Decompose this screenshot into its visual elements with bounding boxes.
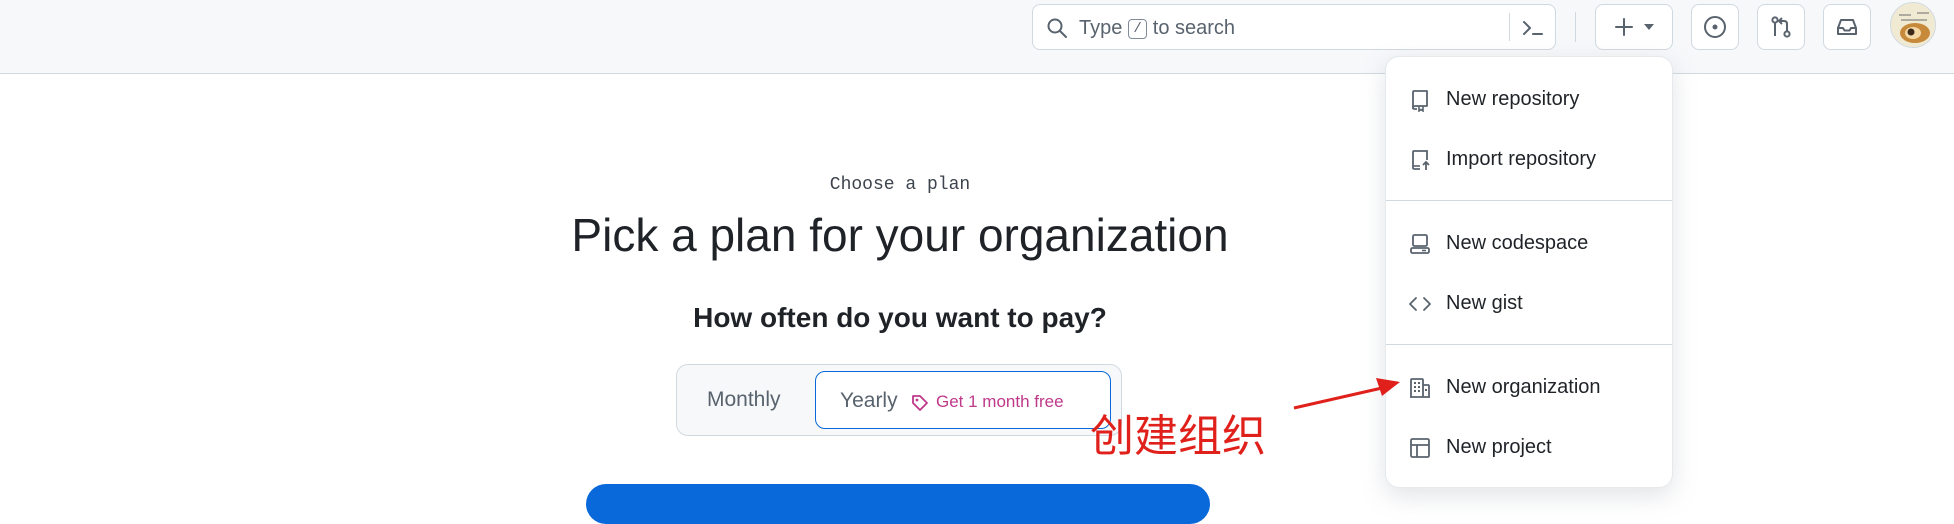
menu-item-new-organization[interactable]: New organization xyxy=(1386,360,1672,416)
billing-option-yearly[interactable]: Yearly Get 1 month free xyxy=(815,371,1111,429)
create-new-button[interactable] xyxy=(1595,4,1673,50)
inbox-button[interactable] xyxy=(1823,4,1871,50)
user-avatar[interactable] xyxy=(1890,2,1936,48)
menu-item-label: Import repository xyxy=(1446,148,1597,170)
avatar-image xyxy=(1891,3,1935,47)
primary-cta-button[interactable] xyxy=(586,484,1210,524)
menu-item-new-project[interactable]: New project xyxy=(1386,420,1672,476)
search-shortcut-key: / xyxy=(1128,18,1147,39)
annotation-label: 创建组织 xyxy=(1090,411,1266,462)
search-input[interactable]: Type / to search xyxy=(1032,4,1556,50)
codespaces-icon xyxy=(1410,234,1430,254)
issue-opened-icon xyxy=(1704,16,1726,38)
menu-divider xyxy=(1386,344,1672,345)
issues-button[interactable] xyxy=(1691,4,1739,50)
menu-item-new-codespace[interactable]: New codespace xyxy=(1386,216,1672,272)
menu-item-label: New codespace xyxy=(1446,232,1589,254)
git-pull-request-icon xyxy=(1771,16,1791,38)
billing-option-monthly[interactable]: Monthly xyxy=(707,388,781,412)
annotation-arrow xyxy=(1293,378,1400,410)
menu-divider xyxy=(1386,200,1672,201)
search-divider xyxy=(1509,13,1510,41)
triangle-down-icon xyxy=(1644,24,1654,30)
terminal-icon[interactable] xyxy=(1519,16,1547,40)
billing-toggle: Monthly Yearly Get 1 month free xyxy=(676,364,1122,436)
menu-item-label: New organization xyxy=(1446,376,1601,398)
menu-item-label: New gist xyxy=(1446,292,1523,314)
pull-requests-button[interactable] xyxy=(1757,4,1805,50)
create-menu: New repository Import repository New cod… xyxy=(1385,56,1673,488)
code-icon xyxy=(1409,297,1431,311)
search-prefix: Type xyxy=(1079,17,1123,39)
menu-item-new-repository[interactable]: New repository xyxy=(1386,72,1672,128)
repo-push-icon xyxy=(1412,150,1430,170)
organization-icon xyxy=(1410,378,1430,398)
repo-icon xyxy=(1412,90,1428,112)
search-icon xyxy=(1047,18,1067,38)
search-placeholder: Type / to search xyxy=(1079,17,1235,40)
inbox-icon xyxy=(1837,19,1857,35)
billing-option-yearly-label: Yearly xyxy=(840,389,898,412)
plus-icon xyxy=(1615,18,1633,36)
promo-label: Get 1 month free xyxy=(936,392,1064,411)
menu-item-label: New repository xyxy=(1446,88,1580,110)
menu-item-new-gist[interactable]: New gist xyxy=(1386,276,1672,332)
search-suffix: to search xyxy=(1152,17,1236,39)
header-separator xyxy=(1575,12,1576,42)
tag-icon xyxy=(912,395,928,411)
menu-item-import-repository[interactable]: Import repository xyxy=(1386,132,1672,188)
menu-item-label: New project xyxy=(1446,436,1552,458)
table-icon xyxy=(1410,438,1430,458)
